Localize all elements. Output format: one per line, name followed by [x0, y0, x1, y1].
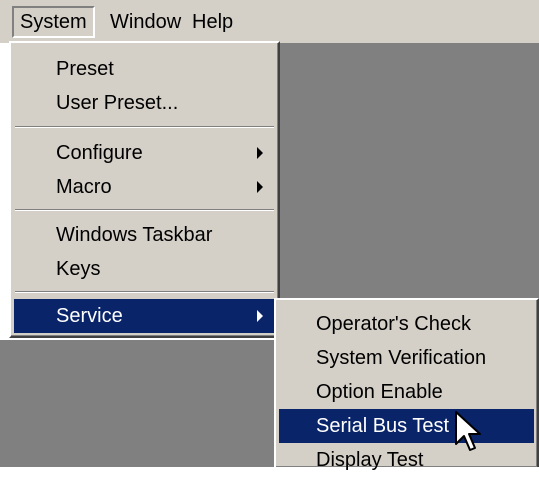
menu-item-label: Configure [56, 142, 143, 164]
menu-item-label: Keys [56, 258, 101, 280]
submenu-item-serial-bus-test[interactable]: Serial Bus Test [279, 409, 534, 443]
menu-item-label: Preset [56, 58, 114, 80]
menu-item-user-preset[interactable]: User Preset... [14, 86, 275, 120]
menu-bar: System Window Help [0, 0, 539, 43]
desktop-area-lower [0, 340, 278, 467]
menu-separator [15, 209, 274, 211]
menu-item-label: Option Enable [316, 381, 443, 403]
submenu-item-display-test[interactable]: Display Test [279, 443, 534, 477]
menu-item-windows-taskbar[interactable]: Windows Taskbar [14, 218, 275, 252]
menu-window[interactable]: Window [104, 6, 187, 38]
menu-item-preset[interactable]: Preset [14, 52, 275, 86]
menu-item-label: Serial Bus Test [316, 415, 450, 437]
menu-separator [15, 126, 274, 128]
submenu-arrow-icon [257, 310, 263, 322]
service-submenu: Operator's Check System Verification Opt… [274, 298, 539, 471]
submenu-item-operators-check[interactable]: Operator's Check [279, 307, 534, 341]
submenu-arrow-icon [257, 181, 263, 193]
menu-item-label: User Preset... [56, 92, 179, 114]
menu-item-label: Service [56, 305, 123, 327]
menu-item-label: System Verification [316, 347, 487, 369]
menu-separator [15, 291, 274, 293]
menu-item-service[interactable]: Service [14, 299, 275, 333]
menu-help[interactable]: Help [186, 6, 239, 38]
menu-item-label: Windows Taskbar [56, 224, 213, 246]
arrow-pointer-icon [455, 411, 481, 451]
submenu-arrow-icon [257, 147, 263, 159]
system-menu: Preset User Preset... Configure Macro Wi… [9, 41, 280, 338]
menu-item-label: Macro [56, 176, 112, 198]
menu-item-configure[interactable]: Configure [14, 136, 275, 170]
submenu-item-system-verification[interactable]: System Verification [279, 341, 534, 375]
submenu-item-option-enable[interactable]: Option Enable [279, 375, 534, 409]
menu-item-keys[interactable]: Keys [14, 252, 275, 286]
menu-item-label: Display Test [316, 449, 424, 471]
menu-system[interactable]: System [12, 6, 95, 38]
menu-item-macro[interactable]: Macro [14, 170, 275, 204]
menu-item-label: Operator's Check [316, 313, 471, 335]
